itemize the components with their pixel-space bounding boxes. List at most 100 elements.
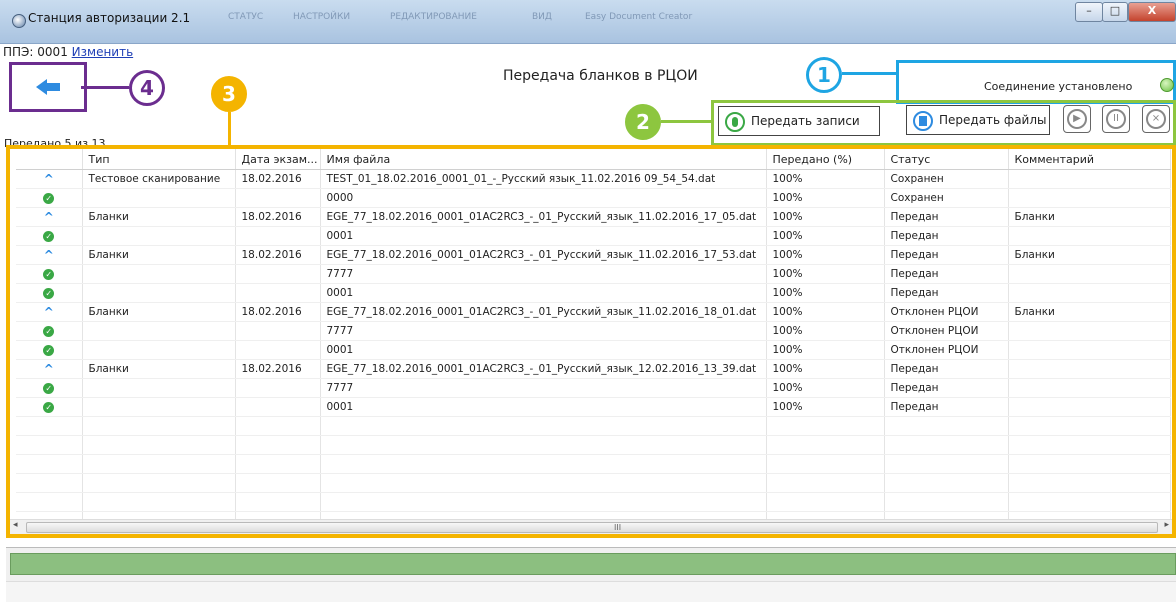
- empty-cell: [766, 435, 885, 455]
- column-header-type[interactable]: Тип: [82, 149, 236, 170]
- table-row[interactable]: ^ Тестовое сканирование 18.02.2016 TEST_01_…: [16, 169, 1171, 189]
- row-status-icon: ✓: [16, 378, 83, 398]
- back-button[interactable]: [9, 62, 87, 112]
- microphone-icon: [725, 111, 745, 132]
- cell-type: [82, 264, 236, 284]
- empty-cell: [16, 416, 83, 436]
- back-arrow-shaft: [46, 83, 60, 91]
- cell-status: Передан: [884, 378, 1009, 398]
- cell-type: [82, 188, 236, 208]
- row-expander[interactable]: ^: [16, 359, 83, 379]
- cell-file: 0001: [320, 283, 767, 303]
- table-subrow[interactable]: ✓ 0001 100% Отклонен РЦОИ: [16, 340, 1171, 360]
- send-records-button[interactable]: Передать записи: [718, 106, 880, 136]
- cell-file: 7777: [320, 264, 767, 284]
- table-subrow[interactable]: ✓ 0001 100% Передан: [16, 226, 1171, 246]
- play-button[interactable]: ▶: [1063, 105, 1091, 133]
- scrollbar-grip-icon: III: [614, 523, 622, 532]
- empty-cell: [1008, 435, 1171, 455]
- row-status-icon: ✓: [16, 283, 83, 303]
- table-subrow[interactable]: ✓ 7777 100% Передан: [16, 378, 1171, 398]
- checkmark-icon: ✓: [43, 402, 55, 413]
- cell-type: [82, 378, 236, 398]
- table-row[interactable]: ^ Бланки 18.02.2016 EGE_77_18.02.2016_0001_…: [16, 245, 1171, 265]
- column-header-status[interactable]: Статус: [884, 149, 1009, 170]
- checkmark-icon: ✓: [43, 231, 55, 242]
- change-link[interactable]: Изменить: [72, 45, 134, 59]
- cell-comment: [1008, 264, 1171, 284]
- send-files-button[interactable]: Передать файлы: [906, 105, 1050, 135]
- cell-status: Отклонен РЦОИ: [884, 302, 1009, 322]
- cell-date: [235, 283, 321, 303]
- row-expander[interactable]: ^: [16, 245, 83, 265]
- table-subrow[interactable]: ✓ 0000 100% Сохранен: [16, 188, 1171, 208]
- cell-comment: Бланки: [1008, 302, 1171, 322]
- table-subrow[interactable]: ✓ 7777 100% Передан: [16, 264, 1171, 284]
- pause-button[interactable]: II: [1102, 105, 1130, 133]
- table-subrow[interactable]: ✓ 0001 100% Передан: [16, 397, 1171, 417]
- cell-percent: 100%: [766, 359, 885, 379]
- table-subrow[interactable]: ✓ 7777 100% Отклонен РЦОИ: [16, 321, 1171, 341]
- table-row[interactable]: ^ Бланки 18.02.2016 EGE_77_18.02.2016_0001_…: [16, 207, 1171, 227]
- empty-cell: [82, 435, 236, 455]
- cell-status: Отклонен РЦОИ: [884, 321, 1009, 341]
- ppe-label: ППЭ: 0001: [3, 45, 68, 59]
- empty-cell: [320, 492, 767, 512]
- empty-cell: [235, 435, 321, 455]
- empty-cell: [235, 473, 321, 493]
- empty-cell: [884, 416, 1009, 436]
- stop-button[interactable]: ⨯: [1142, 105, 1170, 133]
- transfer-table-highlight: Тип Дата экзам... Имя файла Передано (%)…: [6, 145, 1176, 538]
- row-expander[interactable]: ^: [16, 207, 83, 227]
- cell-status: Передан: [884, 226, 1009, 246]
- close-button[interactable]: X: [1128, 2, 1176, 22]
- table-subrow[interactable]: ✓ 0001 100% Передан: [16, 283, 1171, 303]
- cell-date: [235, 226, 321, 246]
- empty-row: [16, 454, 1171, 474]
- row-expander[interactable]: ^: [16, 302, 83, 322]
- cell-type: [82, 226, 236, 246]
- cell-percent: 100%: [766, 302, 885, 322]
- table-row[interactable]: ^ Бланки 18.02.2016 EGE_77_18.02.2016_0001_…: [16, 359, 1171, 379]
- column-header[interactable]: [16, 149, 83, 170]
- empty-cell: [1008, 473, 1171, 493]
- cell-status: Отклонен РЦОИ: [884, 340, 1009, 360]
- cell-status: Передан: [884, 397, 1009, 417]
- cell-comment: [1008, 226, 1171, 246]
- checkmark-icon: ✓: [43, 383, 55, 394]
- empty-cell: [320, 454, 767, 474]
- cell-type: Бланки: [82, 302, 236, 322]
- checkmark-icon: ✓: [43, 326, 55, 337]
- cell-type: Бланки: [82, 207, 236, 227]
- empty-cell: [766, 416, 885, 436]
- cell-file: EGE_77_18.02.2016_0001_01AC2RC3_-_01_Рус…: [320, 359, 767, 379]
- maximize-button[interactable]: □: [1102, 2, 1128, 22]
- title-bar: Станция авторизации 2.1 СТАТУС НАСТРОЙКИ…: [0, 0, 1176, 44]
- column-header-file[interactable]: Имя файла: [320, 149, 767, 170]
- cell-percent: 100%: [766, 188, 885, 208]
- checkmark-icon: ✓: [43, 269, 55, 280]
- cell-date: [235, 321, 321, 341]
- scroll-left-icon[interactable]: ◂: [13, 520, 18, 530]
- scroll-right-icon[interactable]: ▸: [1164, 520, 1169, 530]
- scrollbar-thumb[interactable]: III: [26, 522, 1158, 533]
- empty-cell: [766, 454, 885, 474]
- empty-cell: [766, 473, 885, 493]
- empty-row: [16, 473, 1171, 493]
- row-expander[interactable]: ^: [16, 169, 83, 189]
- cell-date: 18.02.2016: [235, 359, 321, 379]
- empty-cell: [16, 492, 83, 512]
- table-row[interactable]: ^ Бланки 18.02.2016 EGE_77_18.02.2016_0001_…: [16, 302, 1171, 322]
- horizontal-scrollbar[interactable]: ◂ III ▸: [10, 519, 1172, 534]
- column-header-comment[interactable]: Комментарий: [1008, 149, 1171, 170]
- row-status-icon: ✓: [16, 321, 83, 341]
- cell-percent: 100%: [766, 245, 885, 265]
- minimize-button[interactable]: –: [1075, 2, 1103, 22]
- cell-file: 0001: [320, 397, 767, 417]
- send-files-label: Передать файлы: [939, 113, 1047, 127]
- cell-date: [235, 397, 321, 417]
- column-header-percent[interactable]: Передано (%): [766, 149, 885, 170]
- cell-percent: 100%: [766, 226, 885, 246]
- column-header-date[interactable]: Дата экзам...: [235, 149, 321, 170]
- checkmark-icon: ✓: [43, 288, 55, 299]
